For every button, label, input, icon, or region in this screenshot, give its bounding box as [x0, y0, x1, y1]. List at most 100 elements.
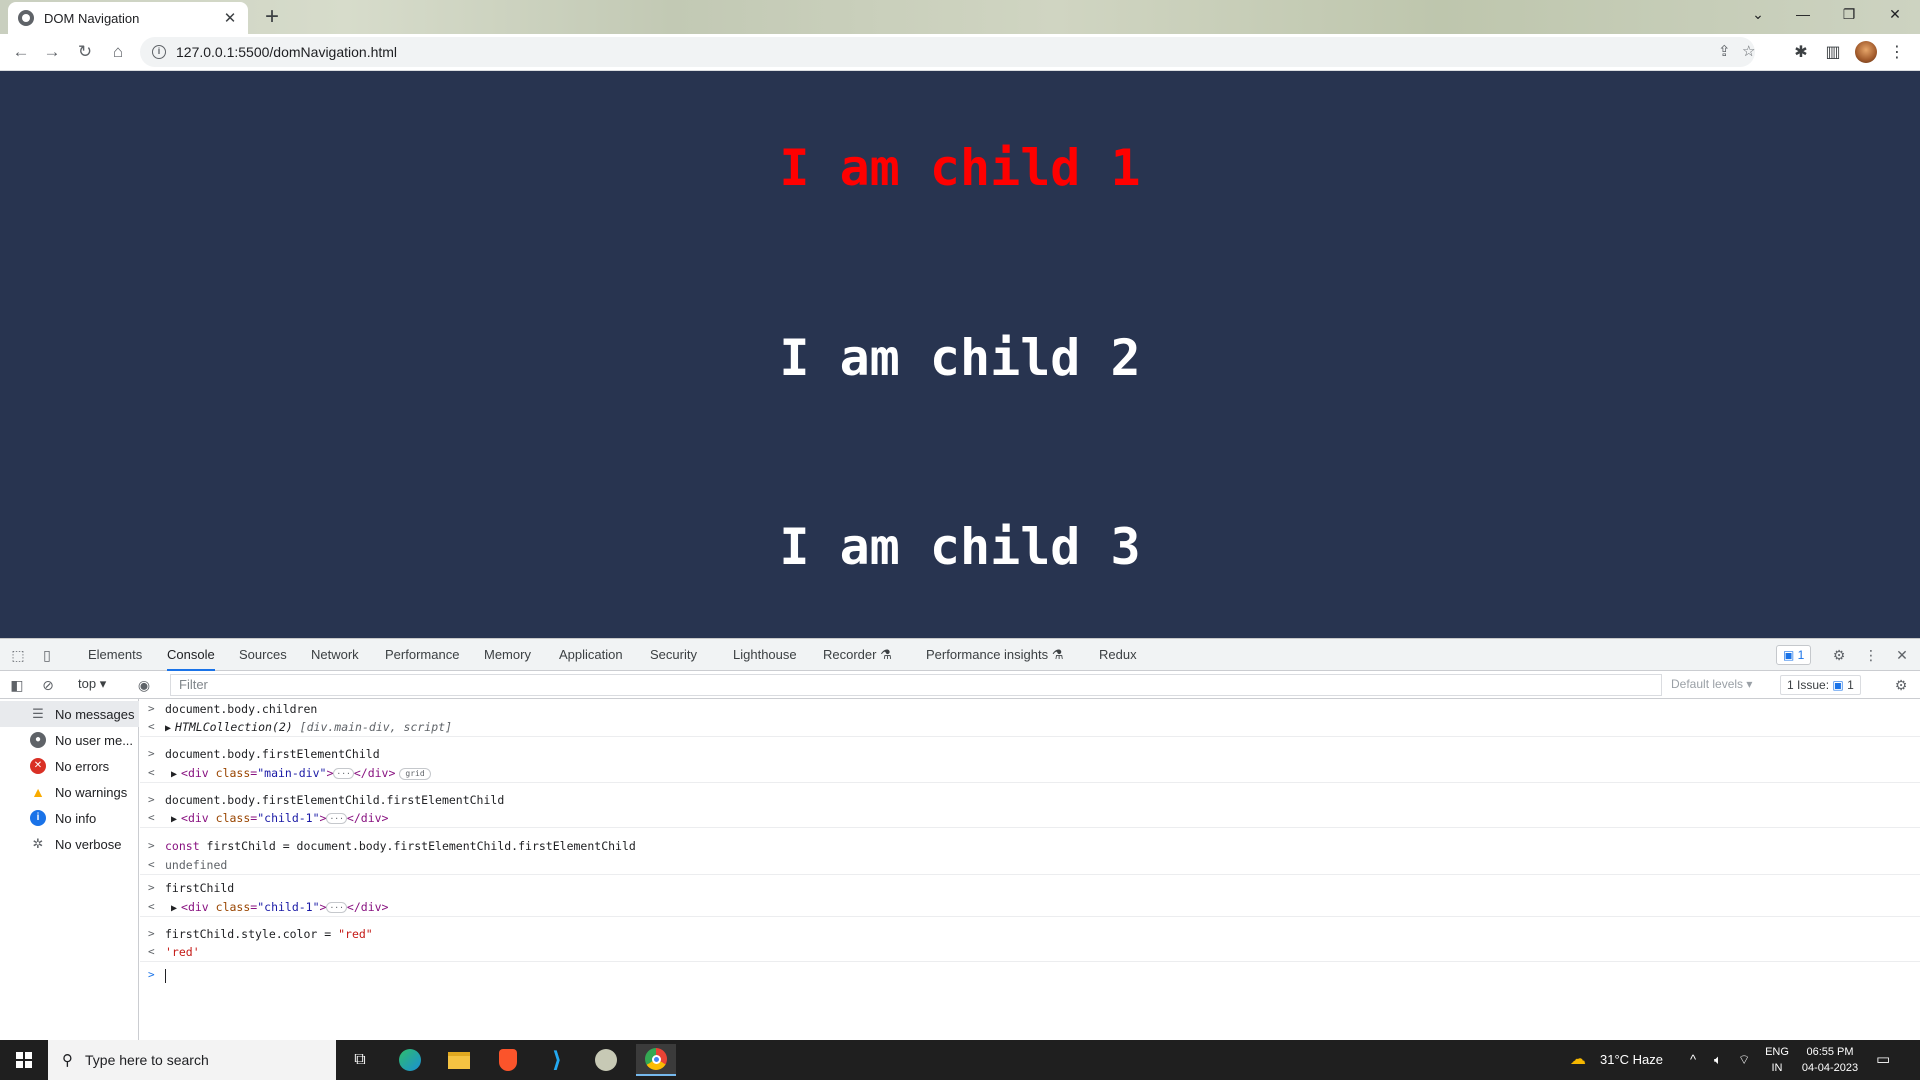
chrome-menu-icon[interactable]: ⋮	[1886, 42, 1908, 64]
tab-elements[interactable]: Elements	[88, 639, 142, 671]
side-panel-icon[interactable]: ▥	[1822, 42, 1844, 64]
console-prompt[interactable]: >	[140, 965, 1920, 985]
profile-avatar[interactable]	[1855, 41, 1877, 63]
filter-input[interactable]: Filter	[170, 674, 1662, 696]
settings-gear-icon[interactable]: ⚙	[1830, 646, 1848, 664]
tab-application[interactable]: Application	[559, 639, 623, 671]
result-text: [div.main-div, script]	[299, 720, 452, 734]
forward-arrow-icon[interactable]: →	[38, 38, 66, 66]
chrome-icon[interactable]	[636, 1044, 676, 1076]
address-bar[interactable]: i 127.0.0.1:5500/domNavigation.html ⇪ ☆	[140, 37, 1755, 67]
weather-icon[interactable]: ☁	[1570, 1040, 1586, 1080]
eye-icon[interactable]: ◉	[135, 676, 153, 694]
result-text: HTMLCollection(2)	[175, 720, 293, 734]
log-levels-dropdown[interactable]: Default levels ▾	[1671, 677, 1752, 691]
browser-toolbar: ← → ↻ ⌂ i 127.0.0.1:5500/domNavigation.h…	[0, 34, 1920, 71]
class-value: "child-1"	[257, 900, 320, 914]
weather-text[interactable]: 31°C Haze	[1600, 1040, 1663, 1080]
issues-counter[interactable]: 1 Issue: ▣ 1	[1780, 675, 1861, 695]
tab-console[interactable]: Console	[167, 639, 215, 671]
issues-badge[interactable]: ▣ 1	[1776, 645, 1812, 665]
console-result-line[interactable]: < ▶ HTMLCollection(2) [div.main-div, scri…	[140, 717, 1920, 737]
restore-button[interactable]: ❐	[1829, 0, 1869, 30]
ellipsis-badge[interactable]: ···	[326, 902, 347, 913]
sidebar-item-user-messages[interactable]: ● No user me...	[0, 727, 139, 753]
wifi-icon[interactable]: ⌔	[1738, 1040, 1750, 1080]
result-arrow-icon: <	[148, 900, 155, 913]
expand-triangle-icon[interactable]: ▶	[171, 903, 177, 914]
url-text[interactable]: 127.0.0.1:5500/domNavigation.html	[176, 44, 397, 60]
more-options-icon[interactable]: ⋮	[1862, 646, 1880, 664]
console-result-line[interactable]: < ▶ <div class="child-1"> ··· </div>	[140, 808, 1920, 828]
tab-close-icon[interactable]: ✕	[222, 9, 238, 27]
expand-triangle-icon[interactable]: ▶	[171, 814, 177, 825]
speaker-icon[interactable]: 🔈︎	[1714, 1040, 1722, 1080]
ellipsis-badge[interactable]: ···	[333, 768, 354, 779]
edge-icon[interactable]	[390, 1044, 430, 1076]
chevron-up-icon[interactable]: ^	[1690, 1040, 1696, 1080]
prompt-chevron-icon: >	[148, 881, 155, 894]
notification-icon[interactable]: ▭	[1876, 1040, 1890, 1080]
tab-sources[interactable]: Sources	[239, 639, 287, 671]
console-result-line: < undefined	[140, 855, 1920, 875]
devtools-tab-bar: ⬚ ▯ Elements Console Sources Network Per…	[0, 639, 1920, 671]
clear-console-icon[interactable]: ⊘	[39, 676, 57, 694]
tab-performance-insights-label: Performance insights	[926, 647, 1049, 662]
sidebar-item-warnings[interactable]: ▲ No warnings	[0, 779, 139, 805]
minimize-button[interactable]: —	[1783, 0, 1823, 30]
sidebar-item-errors[interactable]: ✕ No errors	[0, 753, 139, 779]
tab-lighthouse[interactable]: Lighthouse	[733, 639, 797, 671]
site-info-icon[interactable]: i	[152, 45, 166, 59]
console-command: document.body.firstElementChild	[165, 747, 380, 761]
console-toolbar: ◧ ⊘ top ▾ ◉ Filter Default levels ▾ 1 Is…	[0, 671, 1920, 699]
file-explorer-icon[interactable]	[439, 1044, 479, 1076]
console-output[interactable]: > document.body.children < ▶ HTMLCollecti…	[140, 699, 1920, 1041]
back-arrow-icon[interactable]: ←	[7, 38, 35, 66]
taskbar-search[interactable]: ⚲ Type here to search	[48, 1040, 336, 1080]
home-icon[interactable]: ⌂	[104, 38, 132, 66]
ellipsis-badge[interactable]: ···	[326, 813, 347, 824]
grid-badge[interactable]: grid	[399, 767, 431, 780]
tab-security[interactable]: Security	[650, 639, 697, 671]
console-command: firstChild = document.body.firstElementC…	[199, 839, 636, 853]
tab-performance-insights[interactable]: Performance insights ⚗	[926, 639, 1063, 671]
sidebar-item-label: No messages	[55, 706, 135, 722]
sidebar-item-info[interactable]: i No info	[0, 805, 139, 831]
tab-network[interactable]: Network	[311, 639, 359, 671]
clock-date: 04-04-2023	[1801, 1062, 1859, 1074]
window-close-button[interactable]: ✕	[1875, 0, 1915, 30]
language-indicator[interactable]: ENG IN	[1757, 1044, 1797, 1076]
expand-triangle-icon[interactable]: ▶	[171, 769, 177, 780]
context-selector[interactable]: top ▾	[78, 676, 106, 692]
bookmark-star-icon[interactable]: ☆	[1742, 42, 1755, 60]
app-icon[interactable]	[586, 1044, 626, 1076]
tab-search-button[interactable]: ⌄	[1738, 0, 1778, 30]
expand-triangle-icon[interactable]: ▶	[165, 723, 171, 734]
keyword: const	[165, 839, 200, 853]
start-button[interactable]	[0, 1040, 48, 1080]
reload-icon[interactable]: ↻	[71, 38, 99, 66]
result-arrow-icon: <	[148, 766, 155, 779]
tab-redux[interactable]: Redux	[1099, 639, 1137, 671]
device-toolbar-icon[interactable]: ▯	[38, 646, 56, 664]
close-devtools-icon[interactable]: ✕	[1893, 646, 1911, 664]
sidebar-item-verbose[interactable]: ✲ No verbose	[0, 831, 139, 857]
tab-recorder[interactable]: Recorder ⚗	[823, 639, 892, 671]
console-result-line[interactable]: < ▶ <div class="child-1"> ··· </div>	[140, 897, 1920, 917]
brave-icon[interactable]	[488, 1044, 528, 1076]
new-tab-button[interactable]: +	[258, 4, 286, 32]
clock[interactable]: 06:55 PM 04-04-2023	[1795, 1044, 1865, 1076]
list-icon: ☰	[32, 706, 44, 721]
extensions-icon[interactable]: ✱	[1790, 42, 1812, 64]
vscode-icon[interactable]: ⟩	[537, 1044, 577, 1076]
share-icon[interactable]: ⇪	[1718, 42, 1731, 60]
console-result-line[interactable]: < ▶ <div class="main-div"> ··· </div> grid	[140, 763, 1920, 783]
tab-performance[interactable]: Performance	[385, 639, 459, 671]
sidebar-item-messages[interactable]: ☰ No messages	[0, 701, 139, 727]
tab-memory[interactable]: Memory	[484, 639, 531, 671]
console-settings-icon[interactable]: ⚙	[1892, 676, 1910, 694]
inspect-element-icon[interactable]: ⬚	[9, 646, 27, 664]
task-view-icon[interactable]: ⧉	[340, 1044, 380, 1076]
sidebar-toggle-icon[interactable]: ◧	[8, 676, 26, 694]
browser-tab[interactable]: DOM Navigation ✕	[8, 2, 248, 34]
